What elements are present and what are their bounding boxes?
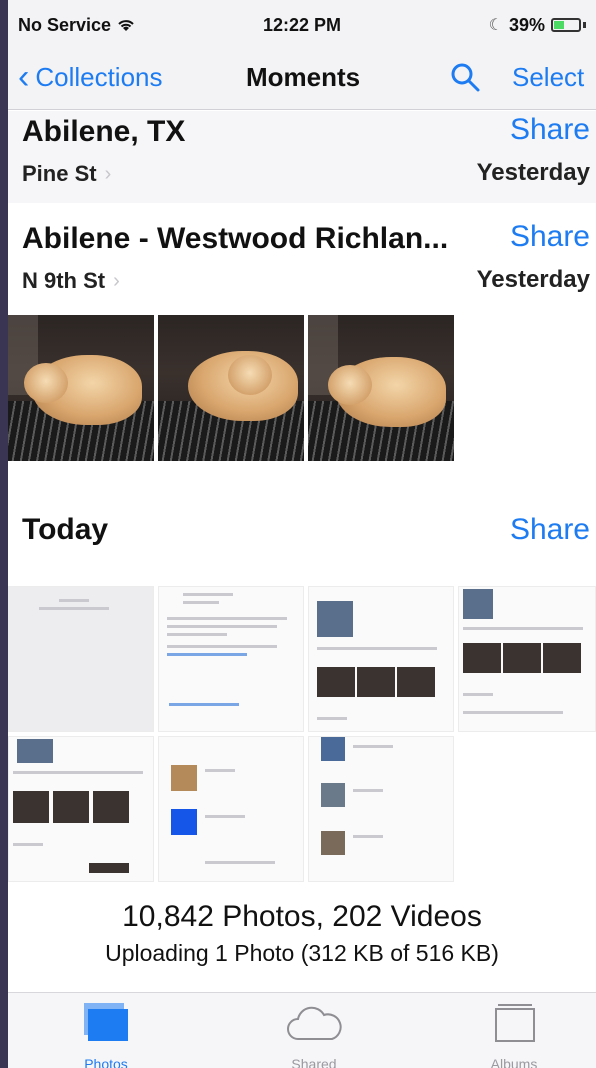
device-frame (0, 0, 8, 1068)
moment-location-link[interactable]: N 9th St › (22, 268, 120, 294)
upload-status: Uploading 1 Photo (312 KB of 516 KB) (105, 940, 499, 966)
photos-icon (84, 1003, 128, 1041)
screenshot-thumbnail[interactable] (8, 736, 154, 882)
moment-title: Abilene, TX (22, 115, 186, 148)
moment-location: N 9th St (22, 268, 106, 293)
screenshot-thumbnail[interactable] (308, 736, 454, 882)
photo-thumbnail[interactable] (158, 315, 304, 461)
moment-date: Yesterday (476, 159, 590, 186)
moment-header-westwood: Abilene - Westwood Richlan... Share N 9t… (8, 218, 596, 310)
moment-date: Yesterday (476, 266, 590, 293)
back-button-label: Collections (35, 61, 163, 92)
battery-tip (583, 22, 586, 28)
share-button[interactable]: Share (510, 513, 590, 547)
screenshot-thumbnail[interactable] (158, 736, 304, 882)
tab-label: Albums (490, 1056, 538, 1068)
screenshot-thumbnail[interactable] (8, 586, 154, 732)
photos-app-screen: No Service 12:22 PM ☾ 39% ‹ Collections … (8, 0, 596, 1068)
screenshot-thumbnail[interactable] (458, 586, 596, 732)
share-button[interactable]: Share (510, 220, 590, 254)
tab-bar: Photos Shared Albums (8, 992, 596, 1068)
tab-photos[interactable]: Photos (46, 1001, 166, 1068)
moment-location: Pine St (22, 161, 97, 186)
library-summary: 10,842 Photos, 202 Videos Uploading 1 Ph… (8, 900, 596, 967)
photo-thumbnail[interactable] (308, 315, 454, 461)
moment-title: Abilene - Westwood Richlan... (22, 222, 449, 255)
status-bar: No Service 12:22 PM ☾ 39% (8, 0, 596, 50)
select-button[interactable]: Select (512, 62, 584, 93)
chevron-right-icon: › (104, 162, 112, 185)
screenshot-thumbnail[interactable] (158, 586, 304, 732)
tab-albums[interactable]: Albums (454, 1001, 574, 1068)
photo-thumbnail[interactable] (8, 315, 154, 461)
moment-header-today: Today Share (8, 505, 596, 565)
tab-label: Photos (84, 1056, 128, 1068)
albums-icon (495, 1004, 535, 1042)
tab-shared[interactable]: Shared (254, 1001, 374, 1068)
back-button[interactable]: ‹ Collections (18, 60, 163, 94)
battery-percent: 39% (508, 14, 545, 35)
moment-header-abilene-tx: Abilene, TX Share Pine St › Yesterday (8, 111, 596, 203)
navigation-bar: ‹ Collections Moments Select (8, 50, 596, 110)
tab-label: Shared (291, 1056, 337, 1068)
search-icon[interactable] (448, 60, 482, 94)
library-counts: 10,842 Photos, 202 Videos (122, 900, 482, 933)
chevron-left-icon: ‹ (18, 58, 30, 96)
chevron-right-icon: › (113, 269, 120, 292)
moment-title: Today (22, 513, 109, 546)
cloud-icon (287, 1006, 342, 1040)
battery-icon (551, 18, 581, 32)
carrier-label: No Service (18, 14, 112, 35)
wifi-icon (118, 20, 134, 31)
share-button[interactable]: Share (510, 113, 590, 147)
screenshot-thumbnail[interactable] (308, 586, 454, 732)
moment-location-link[interactable]: Pine St › (22, 161, 111, 187)
moon-icon: ☾ (488, 17, 503, 34)
page-title: Moments (246, 62, 361, 92)
